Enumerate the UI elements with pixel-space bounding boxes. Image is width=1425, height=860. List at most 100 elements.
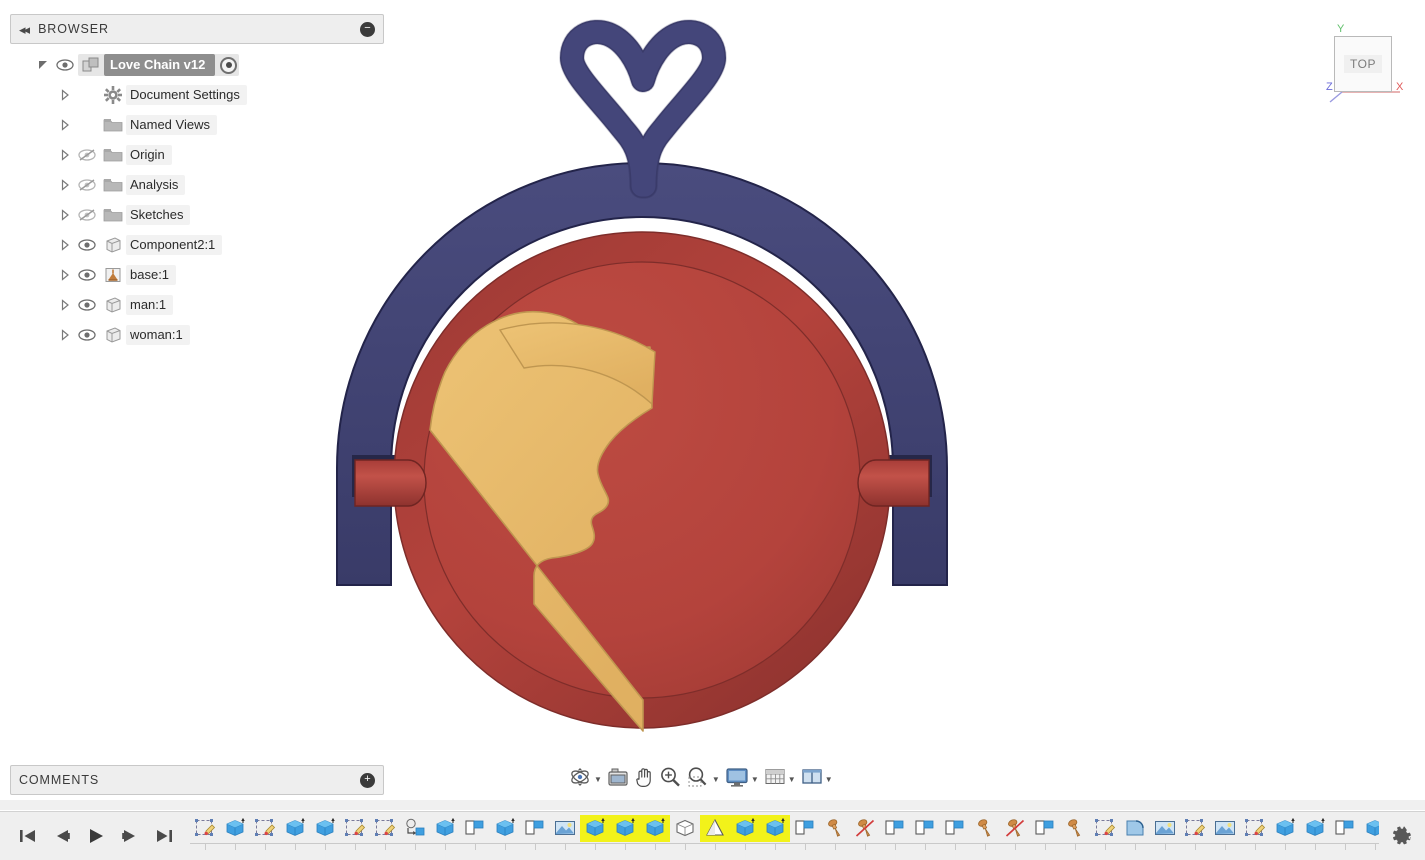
expand-arrow-icon[interactable]: [56, 119, 74, 131]
timeline-feature[interactable]: [460, 815, 490, 842]
expand-arrow-icon[interactable]: [56, 89, 74, 101]
tree-row-sketches[interactable]: Sketches: [34, 200, 384, 230]
timeline-feature[interactable]: [370, 815, 400, 842]
expand-arrow-icon[interactable]: [56, 179, 74, 191]
step-back[interactable]: [52, 827, 72, 845]
tree-row-root[interactable]: Love Chain v12: [34, 50, 384, 80]
tree-row-component2-1[interactable]: Component2:1: [34, 230, 384, 260]
visibility-eye-icon[interactable]: [52, 59, 78, 71]
minus-circle-icon[interactable]: −: [360, 22, 375, 37]
tree-row-base-1[interactable]: base:1: [34, 260, 384, 290]
tree-item-label: Sketches: [126, 205, 190, 225]
chevron-down-icon[interactable]: ▼: [751, 775, 759, 784]
pan-tool[interactable]: [632, 764, 656, 794]
zoom-window-icon: [686, 766, 710, 793]
chevron-down-icon[interactable]: ▼: [594, 775, 602, 784]
timeline-feature[interactable]: [580, 815, 610, 842]
double-chevron-left-icon[interactable]: ◂◂: [19, 23, 28, 36]
radio-active-icon[interactable]: [220, 57, 237, 74]
look-at-tool[interactable]: [605, 764, 631, 794]
visibility-eye-off-icon[interactable]: [74, 209, 100, 221]
timeline-feature[interactable]: [520, 815, 550, 842]
timeline-features[interactable]: [190, 812, 1379, 860]
timeline-feature[interactable]: [340, 815, 370, 842]
timeline-feature[interactable]: [610, 815, 640, 842]
timeline-feature[interactable]: [430, 815, 460, 842]
expand-arrow-icon[interactable]: [56, 239, 74, 251]
visibility-eye-icon[interactable]: [74, 269, 100, 281]
visibility-eye-icon[interactable]: [74, 239, 100, 251]
tree-row-analysis[interactable]: Analysis: [34, 170, 384, 200]
visibility-eye-icon[interactable]: [74, 329, 100, 341]
timeline-feature[interactable]: [910, 815, 940, 842]
timeline-feature[interactable]: [670, 815, 700, 842]
timeline-feature[interactable]: [400, 815, 430, 842]
timeline-feature[interactable]: [1000, 815, 1030, 842]
expand-arrow-icon[interactable]: [34, 59, 52, 71]
timeline-feature[interactable]: [250, 815, 280, 842]
timeline-feature[interactable]: [1240, 815, 1270, 842]
tree-row-woman-1[interactable]: woman:1: [34, 320, 384, 350]
timeline-feature[interactable]: [760, 815, 790, 842]
timeline-feature[interactable]: [1030, 815, 1060, 842]
timeline-feature[interactable]: [1060, 815, 1090, 842]
timeline-feature[interactable]: [1360, 815, 1379, 842]
timeline-feature[interactable]: [1150, 815, 1180, 842]
timeline-feature[interactable]: [220, 815, 250, 842]
expand-arrow-icon[interactable]: [56, 269, 74, 281]
timeline-feature[interactable]: [190, 815, 220, 842]
timeline-feature[interactable]: [280, 815, 310, 842]
timeline-feature[interactable]: [550, 815, 580, 842]
timeline-feature[interactable]: [640, 815, 670, 842]
timeline-feature[interactable]: [880, 815, 910, 842]
timeline-feature[interactable]: [1300, 815, 1330, 842]
go-to-end[interactable]: [154, 827, 174, 845]
tree-row-man-1[interactable]: man:1: [34, 290, 384, 320]
timeline-settings-gear-icon[interactable]: [1379, 825, 1425, 847]
timeline-feature[interactable]: [970, 815, 1000, 842]
plus-circle-icon[interactable]: +: [360, 773, 375, 788]
timeline-feature[interactable]: [820, 815, 850, 842]
root-node[interactable]: Love Chain v12: [78, 54, 239, 76]
zoom-tool[interactable]: [657, 764, 683, 794]
timeline-feature[interactable]: [310, 815, 340, 842]
timeline-feature[interactable]: [790, 815, 820, 842]
zoom-window-tool[interactable]: ▼: [684, 764, 722, 794]
view-cube-top-face[interactable]: TOP: [1334, 36, 1392, 92]
chevron-down-icon[interactable]: ▼: [825, 775, 833, 784]
tree-row-document-settings[interactable]: Document Settings: [34, 80, 384, 110]
timeline-feature[interactable]: [1120, 815, 1150, 842]
folder-icon: [100, 207, 126, 223]
step-forward[interactable]: [120, 827, 140, 845]
tree-row-origin[interactable]: Origin: [34, 140, 384, 170]
timeline-feature[interactable]: [730, 815, 760, 842]
timeline-feature[interactable]: [940, 815, 970, 842]
expand-arrow-icon[interactable]: [56, 149, 74, 161]
go-to-beginning[interactable]: [18, 827, 38, 845]
viewport-layout[interactable]: ▼: [799, 764, 835, 794]
display-settings[interactable]: ▼: [723, 764, 761, 794]
view-cube[interactable]: Y X Z TOP: [1318, 22, 1418, 122]
timeline-feature[interactable]: [1270, 815, 1300, 842]
expand-arrow-icon[interactable]: [56, 299, 74, 311]
play[interactable]: [86, 827, 106, 845]
timeline-feature[interactable]: [700, 815, 730, 842]
grid-and-snaps[interactable]: ▼: [762, 764, 798, 794]
timeline-feature[interactable]: [1330, 815, 1360, 842]
visibility-eye-off-icon[interactable]: [74, 179, 100, 191]
timeline-feature[interactable]: [1090, 815, 1120, 842]
timeline-feature[interactable]: [1210, 815, 1240, 842]
visibility-eye-icon[interactable]: [74, 299, 100, 311]
visibility-eye-off-icon[interactable]: [74, 149, 100, 161]
timeline-feature[interactable]: [490, 815, 520, 842]
chevron-down-icon[interactable]: ▼: [788, 775, 796, 784]
timeline-scrollbar-track[interactable]: [0, 800, 1425, 810]
orbit-tool[interactable]: ▼: [566, 764, 604, 794]
timeline-feature[interactable]: [850, 815, 880, 842]
chevron-down-icon[interactable]: ▼: [712, 775, 720, 784]
tree-row-named-views[interactable]: Named Views: [34, 110, 384, 140]
expand-arrow-icon[interactable]: [56, 329, 74, 341]
comments-panel[interactable]: COMMENTS +: [10, 765, 384, 795]
expand-arrow-icon[interactable]: [56, 209, 74, 221]
timeline-feature[interactable]: [1180, 815, 1210, 842]
